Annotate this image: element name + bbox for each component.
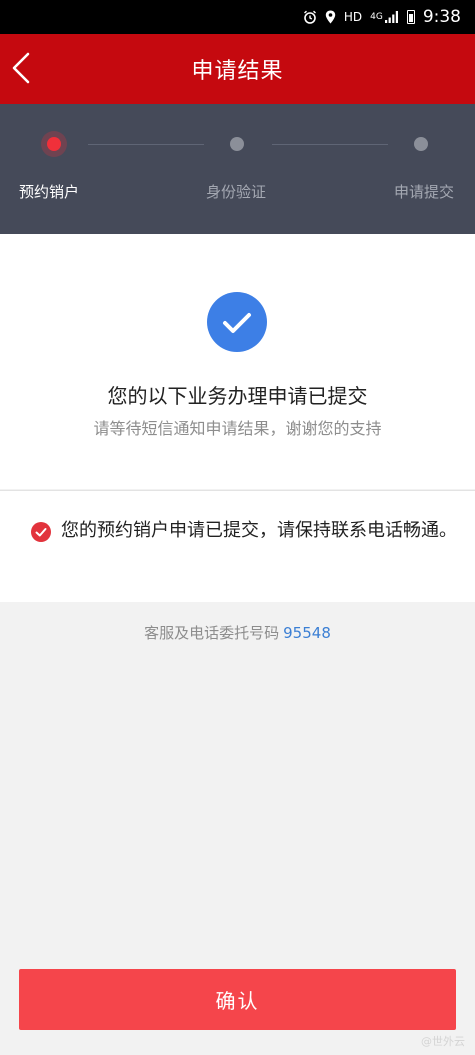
battery-icon [406, 10, 415, 24]
step-label-1: 预约销户 [19, 183, 80, 201]
step-dot-1 [47, 137, 61, 151]
signal-label: 4G [370, 12, 383, 22]
step-connector [272, 144, 388, 145]
page: HD 4G 9:38 申请结果 预约销户 身份验证 申请提交 您的以下业务办理申… [0, 0, 475, 1055]
step-dot-3 [414, 137, 428, 151]
back-arrow-icon[interactable] [6, 48, 46, 88]
service-label: 客服及电话委托号码 [144, 624, 280, 642]
success-check-icon [207, 292, 267, 352]
watermark: @世外云 [421, 1035, 465, 1048]
service-phone-link[interactable]: 95548 [283, 624, 331, 642]
notice-card: 您的预约销户申请已提交，请保持联系电话畅通。 [0, 490, 475, 602]
progress-steps [0, 104, 475, 234]
page-title: 申请结果 [191, 59, 284, 84]
step-connector [88, 144, 204, 145]
status-bar: HD 4G 9:38 [0, 0, 475, 34]
alarm-icon [303, 10, 317, 24]
location-icon [325, 10, 336, 24]
status-time: 9:38 [422, 7, 461, 27]
app-header: 申请结果 [0, 34, 475, 104]
result-title: 您的以下业务办理申请已提交 [107, 384, 368, 408]
step-dot-2 [230, 137, 244, 151]
check-badge-icon [31, 522, 51, 542]
notice-text: 您的预约销户申请已提交，请保持联系电话畅通。 [61, 520, 457, 541]
step-label-3: 申请提交 [394, 183, 455, 201]
result-subtitle: 请等待短信通知申请结果，谢谢您的支持 [93, 419, 382, 438]
confirm-button[interactable]: 确认 [19, 969, 456, 1030]
step-label-2: 身份验证 [206, 183, 267, 201]
signal-icon: 4G [370, 11, 399, 23]
result-card: 您的以下业务办理申请已提交 请等待短信通知申请结果，谢谢您的支持 [0, 234, 475, 489]
service-line: 客服及电话委托号码 95548 [0, 622, 475, 643]
network-type-label: HD [343, 10, 363, 24]
